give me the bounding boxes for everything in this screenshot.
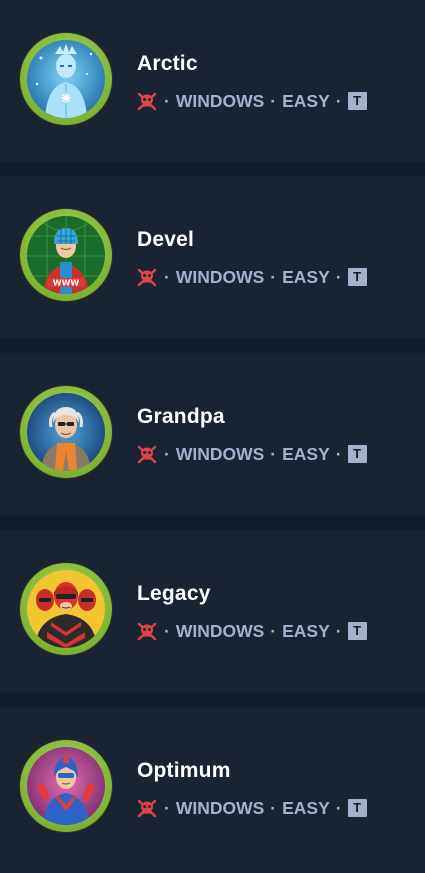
machine-name[interactable]: Optimum <box>137 759 231 783</box>
machine-meta: · WINDOWS · EASY · T <box>136 619 367 643</box>
retired-skull-icon <box>136 443 158 465</box>
tag-badge: T <box>347 622 367 640</box>
tag-badge: T <box>347 445 367 463</box>
separator: · <box>335 443 342 464</box>
machine-avatar-grandpa[interactable] <box>27 393 105 471</box>
retired-skull-icon <box>136 797 158 819</box>
separator: · <box>270 90 277 111</box>
retired-skull-icon <box>136 266 158 288</box>
machine-avatar-ring <box>20 740 112 832</box>
separator: · <box>335 797 342 818</box>
os-label: WINDOWS <box>175 797 265 818</box>
machine-card-optimum[interactable]: Optimum · WINDOWS · EASY · T <box>0 707 425 873</box>
machine-card-legacy[interactable]: Legacy · WINDOWS · EASY · T <box>0 530 425 692</box>
difficulty-label: EASY <box>282 90 330 111</box>
os-label: WINDOWS <box>175 90 265 111</box>
os-label: WINDOWS <box>175 443 265 464</box>
machine-avatar-ring <box>20 386 112 478</box>
machine-name[interactable]: Legacy <box>137 582 211 606</box>
separator: · <box>270 266 277 287</box>
difficulty-label: EASY <box>282 266 330 287</box>
machine-name[interactable]: Arctic <box>137 52 198 76</box>
separator: · <box>270 443 277 464</box>
machine-meta: · WINDOWS · EASY · T <box>136 442 367 466</box>
separator: · <box>164 797 170 818</box>
tag-badge: T <box>347 92 367 110</box>
retired-skull-icon <box>136 620 158 642</box>
difficulty-label: EASY <box>282 797 330 818</box>
svg-text:WWW: WWW <box>53 279 80 288</box>
machine-avatar-devel[interactable]: WWW <box>27 216 105 294</box>
machine-avatar-ring: WWW <box>20 209 112 301</box>
machine-avatar-arctic[interactable] <box>27 40 105 118</box>
separator: · <box>335 266 342 287</box>
separator: · <box>164 443 170 464</box>
retired-skull-icon <box>136 90 158 112</box>
separator: · <box>270 620 277 641</box>
machine-card-grandpa[interactable]: Grandpa · WINDOWS · EASY · T <box>0 353 425 515</box>
os-label: WINDOWS <box>175 620 265 641</box>
separator: · <box>335 90 342 111</box>
tag-badge: T <box>347 799 367 817</box>
difficulty-label: EASY <box>282 620 330 641</box>
machine-meta: · WINDOWS · EASY · T <box>136 89 367 113</box>
machine-name[interactable]: Grandpa <box>137 405 225 429</box>
difficulty-label: EASY <box>282 443 330 464</box>
separator: · <box>164 620 170 641</box>
tag-badge: T <box>347 268 367 286</box>
os-label: WINDOWS <box>175 266 265 287</box>
machine-avatar-optimum[interactable] <box>27 747 105 825</box>
machine-card-arctic[interactable]: Arctic · WINDOWS · EASY · T <box>0 0 425 162</box>
machine-name[interactable]: Devel <box>137 228 194 252</box>
machine-card-devel[interactable]: WWW Devel · WINDOWS · EASY · T <box>0 176 425 338</box>
machine-list: Arctic · WINDOWS · EASY · T WWW Devel · … <box>0 0 425 873</box>
machine-avatar-legacy[interactable] <box>27 570 105 648</box>
separator: · <box>164 90 170 111</box>
machine-avatar-ring <box>20 563 112 655</box>
machine-meta: · WINDOWS · EASY · T <box>136 265 367 289</box>
machine-meta: · WINDOWS · EASY · T <box>136 796 367 820</box>
machine-avatar-ring <box>20 33 112 125</box>
separator: · <box>270 797 277 818</box>
separator: · <box>335 620 342 641</box>
separator: · <box>164 266 170 287</box>
